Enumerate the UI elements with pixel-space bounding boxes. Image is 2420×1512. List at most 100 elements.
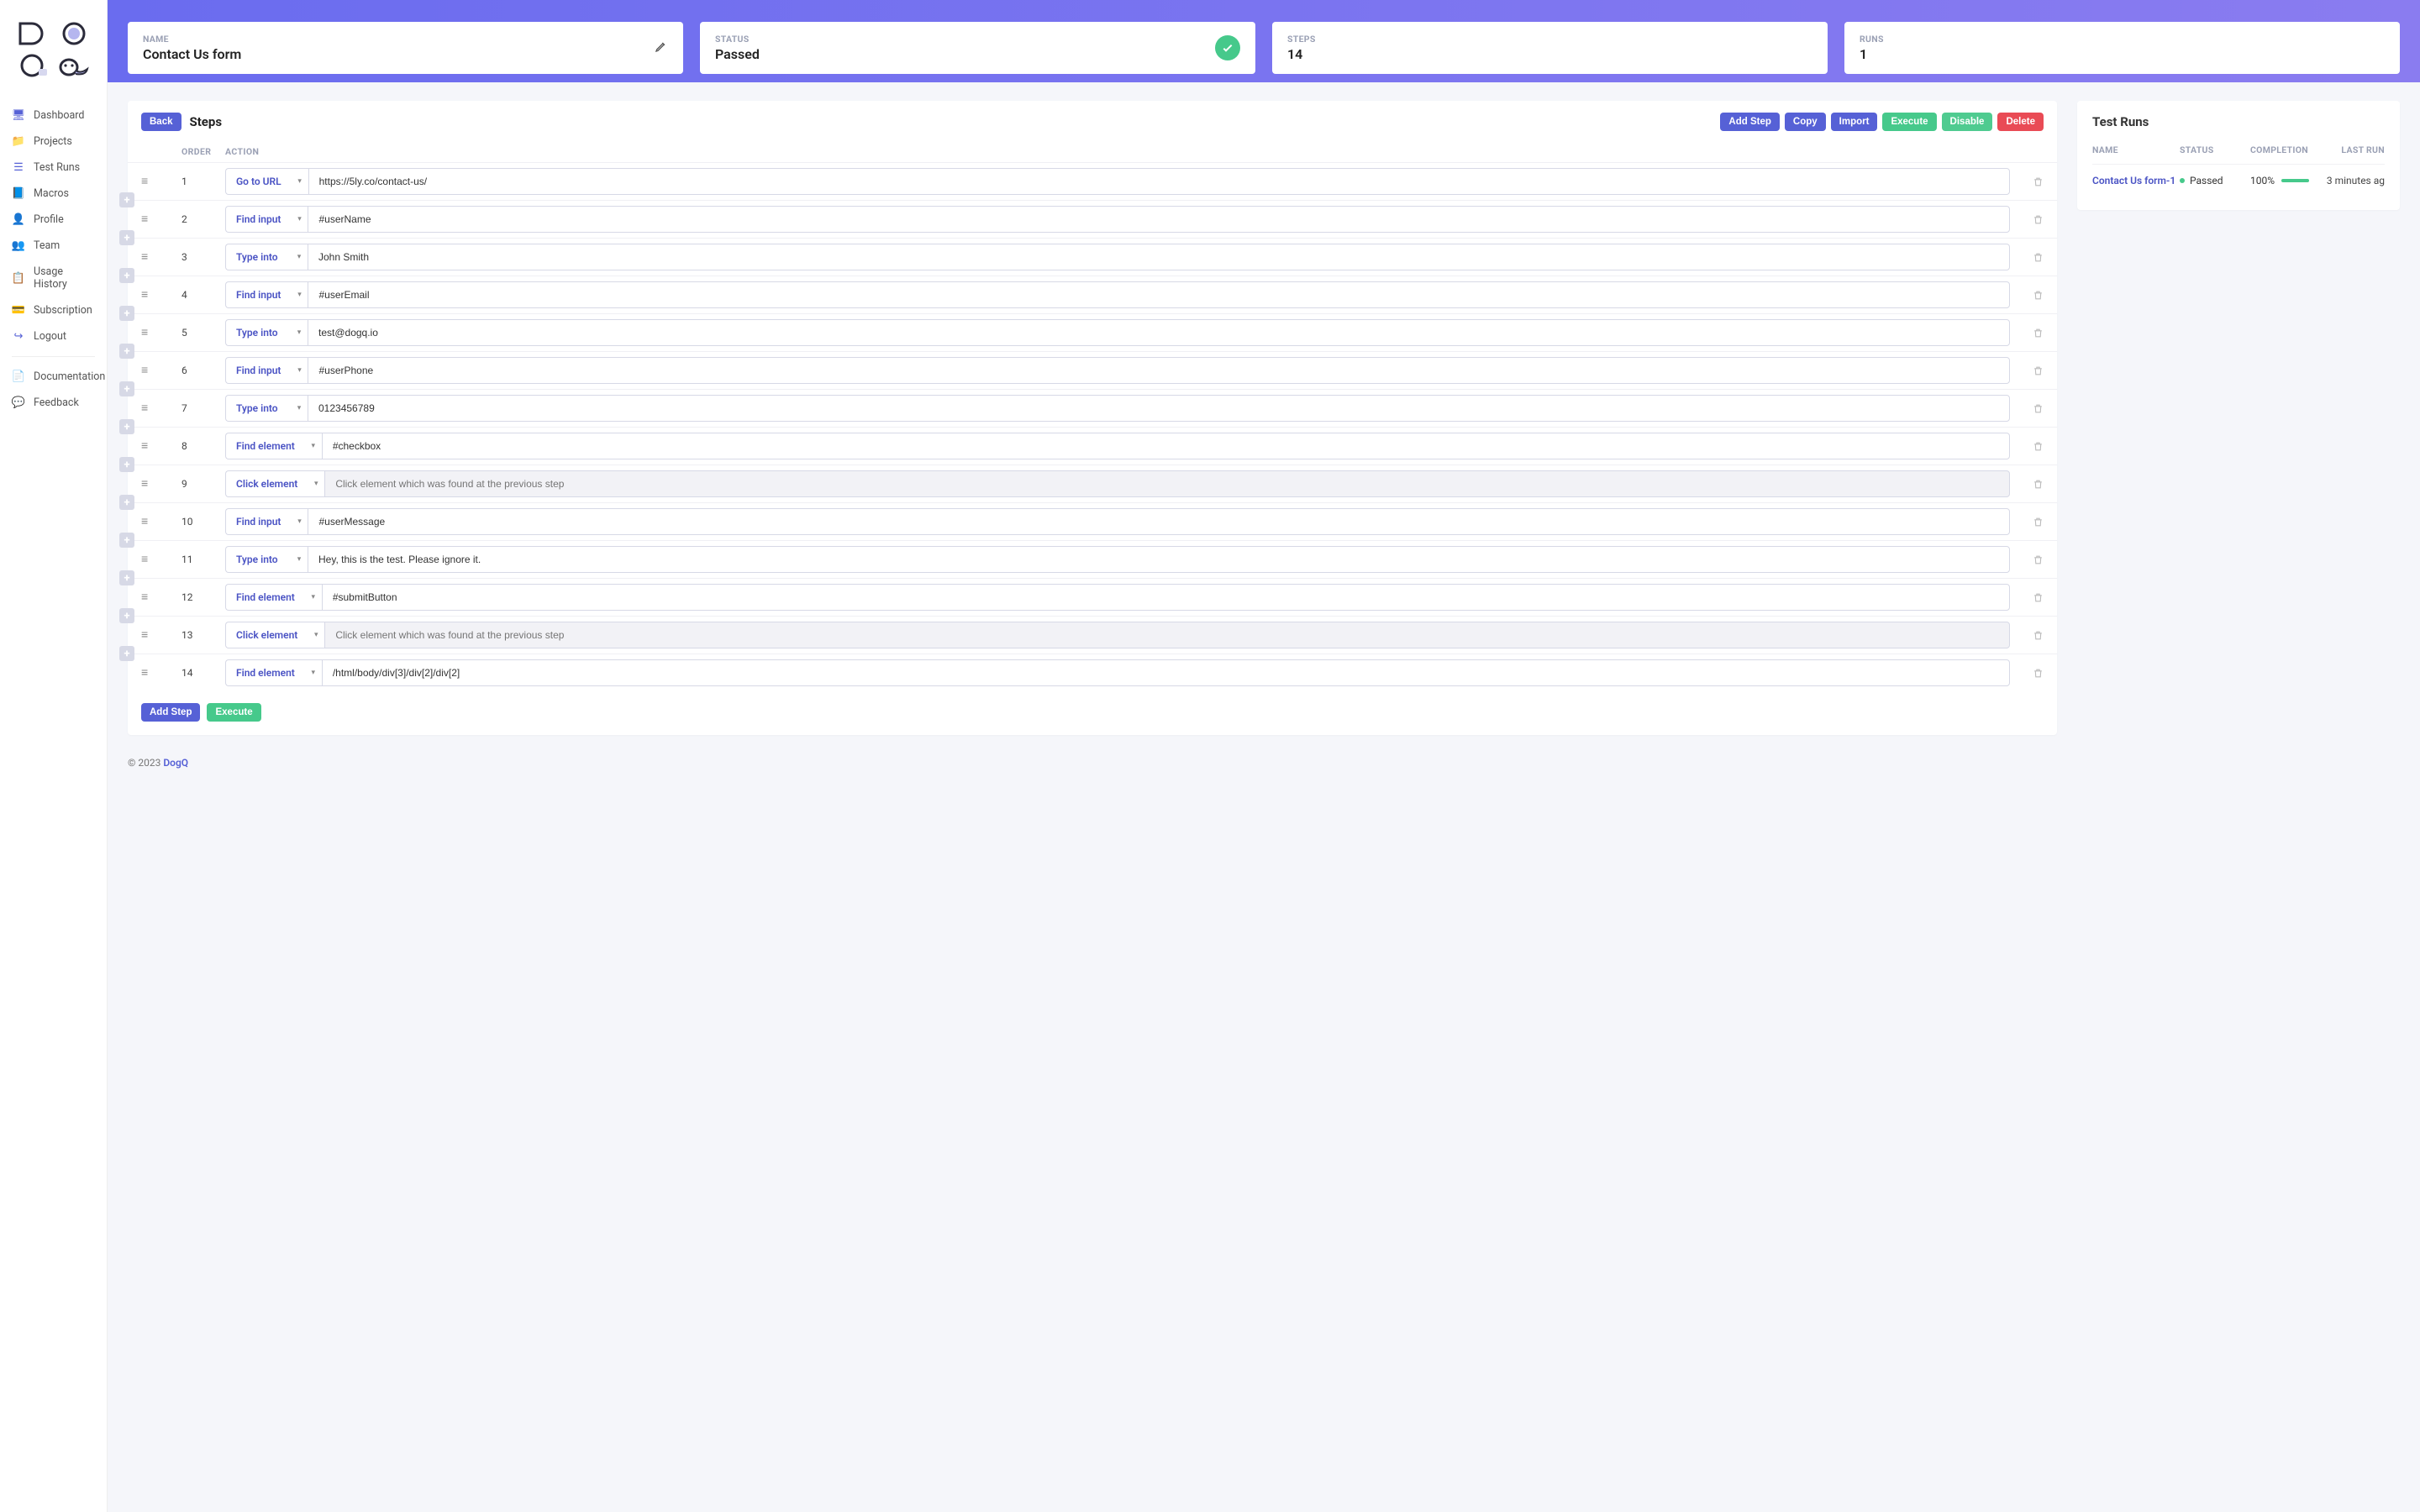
execute-button-footer[interactable]: Execute	[207, 703, 260, 722]
drag-handle-icon[interactable]: ≡	[141, 478, 182, 490]
step-row: ≡ 14 Find element ▾	[128, 654, 2057, 691]
chevron-down-icon[interactable]: ▾	[305, 584, 322, 611]
step-value-input[interactable]	[308, 357, 2010, 384]
run-last-run: 3 minutes ag	[2309, 175, 2385, 186]
trash-icon[interactable]	[2010, 479, 2044, 490]
step-row: ≡ 2 Find input ▾ +	[128, 201, 2057, 239]
step-value-input[interactable]	[308, 546, 2010, 573]
chevron-down-icon[interactable]: ▾	[305, 659, 322, 686]
step-action-select[interactable]: Click element	[225, 470, 308, 497]
step-action-select[interactable]: Find input	[225, 508, 291, 535]
trash-icon[interactable]	[2010, 365, 2044, 376]
trash-icon[interactable]	[2010, 592, 2044, 603]
trash-icon[interactable]	[2010, 441, 2044, 452]
chevron-down-icon[interactable]: ▾	[291, 395, 308, 422]
trash-icon[interactable]	[2010, 328, 2044, 339]
chevron-down-icon[interactable]: ▾	[308, 470, 324, 497]
step-row: ≡ 7 Type into ▾ +	[128, 390, 2057, 428]
copyright-text: © 2023	[128, 757, 163, 769]
step-value-input[interactable]	[308, 508, 2010, 535]
step-action-select[interactable]: Find input	[225, 281, 291, 308]
step-action-select[interactable]: Type into	[225, 546, 291, 573]
step-action-select[interactable]: Type into	[225, 244, 291, 270]
trash-icon[interactable]	[2010, 290, 2044, 301]
drag-handle-icon[interactable]: ≡	[141, 365, 182, 376]
step-action-select[interactable]: Find element	[225, 659, 305, 686]
step-value-input[interactable]	[308, 244, 2010, 270]
add-step-button-footer[interactable]: Add Step	[141, 703, 200, 722]
drag-handle-icon[interactable]: ≡	[141, 176, 182, 187]
step-value-input[interactable]	[308, 319, 2010, 346]
chevron-down-icon[interactable]: ▾	[291, 281, 308, 308]
delete-button[interactable]: Delete	[1997, 113, 2044, 131]
copy-button[interactable]: Copy	[1785, 113, 1826, 131]
step-value-input[interactable]	[322, 584, 2010, 611]
step-value-input[interactable]	[322, 433, 2010, 459]
chevron-down-icon[interactable]: ▾	[291, 357, 308, 384]
chevron-down-icon[interactable]: ▾	[291, 319, 308, 346]
chevron-down-icon[interactable]: ▾	[292, 168, 308, 195]
trash-icon[interactable]	[2010, 517, 2044, 528]
sidebar-item-usage-history[interactable]: 📋Usage History	[0, 259, 107, 297]
trash-icon[interactable]	[2010, 252, 2044, 263]
trash-icon[interactable]	[2010, 630, 2044, 641]
sidebar-item-feedback[interactable]: 💬Feedback	[0, 390, 107, 416]
step-value-input[interactable]	[324, 470, 2010, 497]
step-value-input[interactable]	[324, 622, 2010, 648]
drag-handle-icon[interactable]: ≡	[141, 516, 182, 528]
drag-handle-icon[interactable]: ≡	[141, 440, 182, 452]
chevron-down-icon[interactable]: ▾	[291, 508, 308, 535]
import-button[interactable]: Import	[1831, 113, 1878, 131]
chat-icon: 💬	[12, 396, 25, 409]
step-action-select[interactable]: Find element	[225, 584, 305, 611]
run-status: Passed	[2180, 175, 2250, 186]
drag-handle-icon[interactable]: ≡	[141, 289, 182, 301]
drag-handle-icon[interactable]: ≡	[141, 213, 182, 225]
trash-icon[interactable]	[2010, 403, 2044, 414]
sidebar-item-subscription[interactable]: 💳Subscription	[0, 297, 107, 323]
sidebar-item-team[interactable]: 👥Team	[0, 233, 107, 259]
chevron-down-icon[interactable]: ▾	[291, 244, 308, 270]
trash-icon[interactable]	[2010, 554, 2044, 565]
drag-handle-icon[interactable]: ≡	[141, 554, 182, 565]
step-action-select[interactable]: Go to URL	[225, 168, 292, 195]
step-value-input[interactable]	[308, 281, 2010, 308]
chevron-down-icon[interactable]: ▾	[291, 546, 308, 573]
step-action-select[interactable]: Type into	[225, 395, 291, 422]
chevron-down-icon[interactable]: ▾	[308, 622, 324, 648]
step-order: 3	[182, 251, 225, 263]
sidebar-item-macros[interactable]: 📘Macros	[0, 181, 107, 207]
chevron-down-icon[interactable]: ▾	[305, 433, 322, 459]
step-action-select[interactable]: Click element	[225, 622, 308, 648]
chevron-down-icon[interactable]: ▾	[291, 206, 308, 233]
back-button[interactable]: Back	[141, 113, 182, 131]
trash-icon[interactable]	[2010, 668, 2044, 679]
drag-handle-icon[interactable]: ≡	[141, 667, 182, 679]
sidebar-item-logout[interactable]: ↪Logout	[0, 323, 107, 349]
step-action-select[interactable]: Type into	[225, 319, 291, 346]
trash-icon[interactable]	[2010, 214, 2044, 225]
drag-handle-icon[interactable]: ≡	[141, 327, 182, 339]
sidebar-item-projects[interactable]: 📁Projects	[0, 129, 107, 155]
step-action-select[interactable]: Find element	[225, 433, 305, 459]
step-action-select[interactable]: Find input	[225, 357, 291, 384]
add-step-button[interactable]: Add Step	[1720, 113, 1779, 131]
step-action-select[interactable]: Find input	[225, 206, 291, 233]
sidebar-item-dashboard[interactable]: 🖥Dashboard	[0, 102, 107, 129]
sidebar-item-profile[interactable]: 👤Profile	[0, 207, 107, 233]
drag-handle-icon[interactable]: ≡	[141, 402, 182, 414]
step-value-input[interactable]	[308, 168, 2010, 195]
sidebar-item-test-runs[interactable]: ☰Test Runs	[0, 155, 107, 181]
step-value-input[interactable]	[308, 395, 2010, 422]
drag-handle-icon[interactable]: ≡	[141, 629, 182, 641]
disable-button[interactable]: Disable	[1942, 113, 1993, 131]
step-value-input[interactable]	[322, 659, 2010, 686]
pencil-icon[interactable]	[655, 39, 668, 56]
trash-icon[interactable]	[2010, 176, 2044, 187]
drag-handle-icon[interactable]: ≡	[141, 251, 182, 263]
step-value-input[interactable]	[308, 206, 2010, 233]
drag-handle-icon[interactable]: ≡	[141, 591, 182, 603]
sidebar-item-documentation[interactable]: 📄Documentation	[0, 364, 107, 390]
execute-button[interactable]: Execute	[1882, 113, 1936, 131]
run-name-link[interactable]: Contact Us form-1	[2092, 175, 2180, 186]
